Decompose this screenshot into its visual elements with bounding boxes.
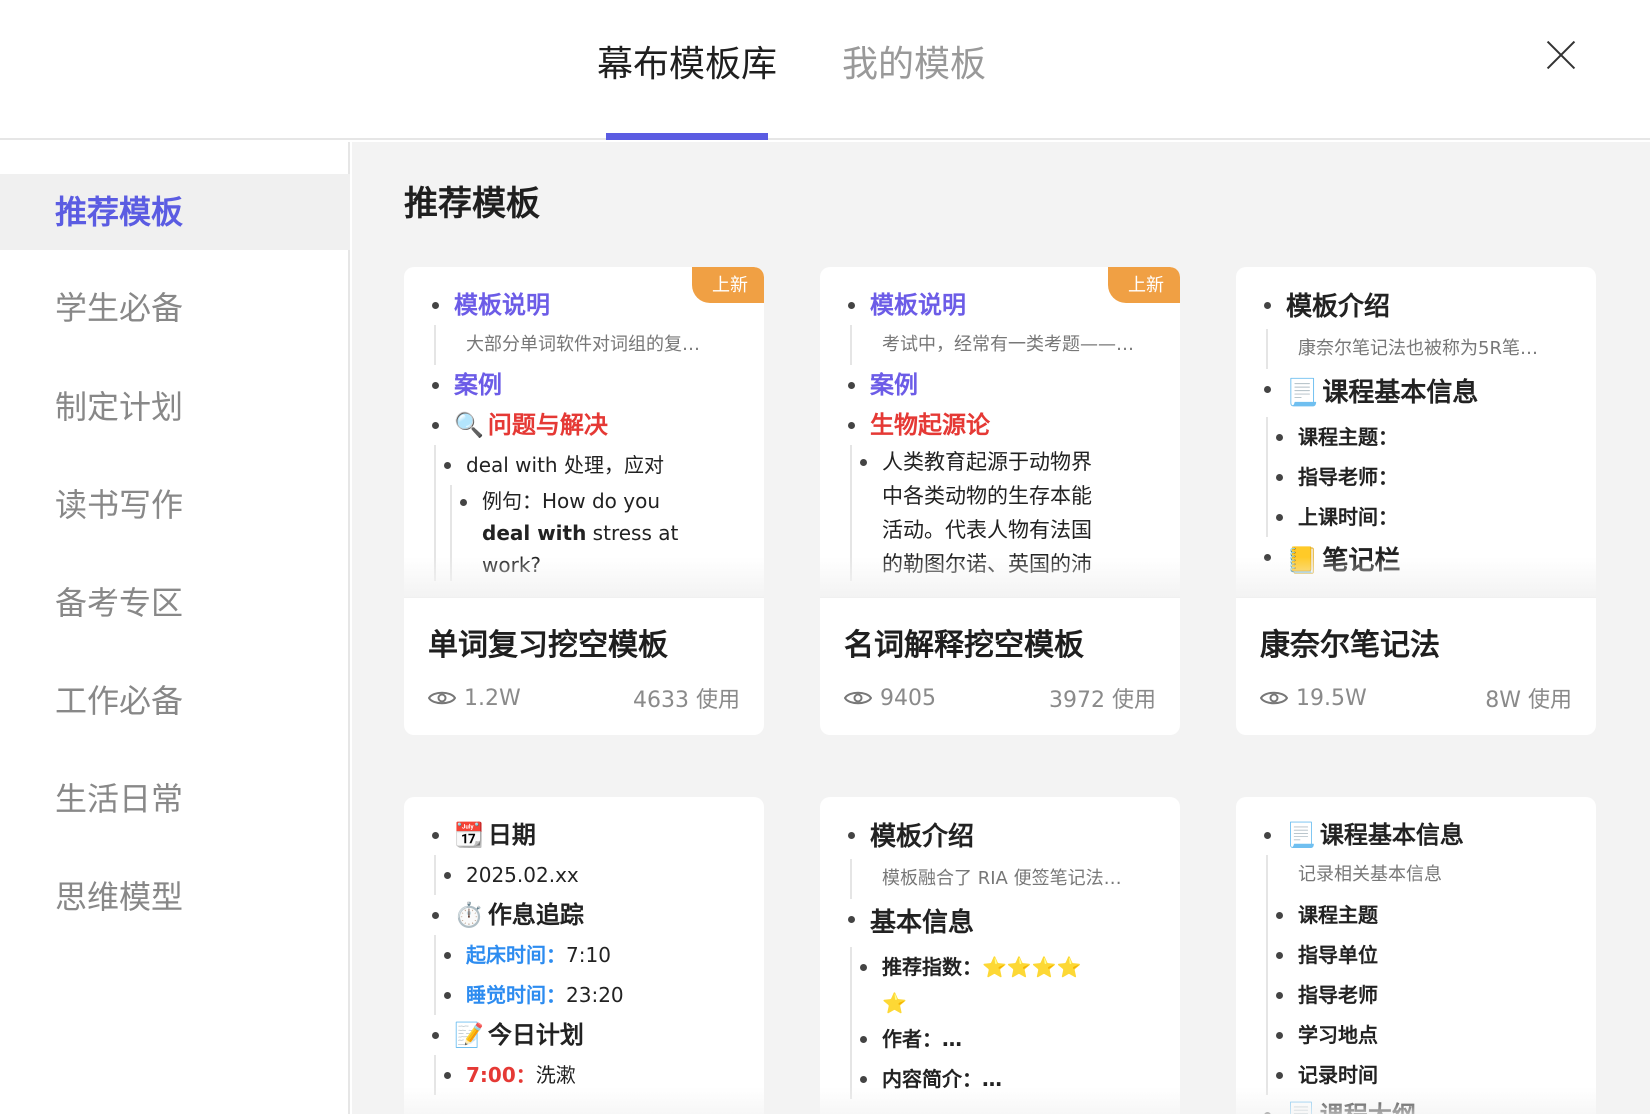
outline-item: 模板说明 [424, 285, 744, 325]
outline-item: 推荐指数：⭐⭐⭐⭐ [852, 947, 1160, 987]
template-card-daily-log[interactable]: 📆 日期 2025.02.xx ⏱️ 作息追踪 起床时间：7:10 睡觉时间：23:… [404, 797, 764, 1114]
template-grid-area: 推荐模板 上新 模板说明 大部分单词软件对词组的复… 案例 🔍 问题与解决 dea… [352, 142, 1650, 1114]
document-icon: 📃 [1286, 1095, 1316, 1114]
tab-template-library[interactable]: 幕布模板库 [597, 40, 777, 90]
eye-icon [428, 691, 456, 705]
outline-text: work? [482, 553, 542, 577]
card-title: 单词复习挖空模板 [428, 628, 668, 663]
card-preview: 模板介绍 模板融合了 RIA 便签笔记法… 基本信息 推荐指数：⭐⭐⭐⭐ ⭐ 作… [820, 797, 1180, 1114]
outline-item: 📃 课程基本信息 [1256, 815, 1576, 855]
view-count: 19.5W [1296, 685, 1367, 711]
stopwatch-icon: ⏱️ [454, 901, 484, 929]
active-tab-indicator [606, 133, 768, 140]
document-icon: 📃 [1286, 821, 1316, 849]
template-card-course-info[interactable]: 📃 课程基本信息 记录相关基本信息 课程主题 指导单位 指导老师 学习地点 记录时… [1236, 797, 1596, 1114]
outline-item: 睡觉时间：23:20 [436, 975, 744, 1015]
use-count: 3972 使用 [1049, 688, 1156, 713]
outline-item: 案例 [840, 365, 1160, 405]
outline-item: 案例 [424, 365, 744, 405]
template-card-word-review[interactable]: 上新 模板说明 大部分单词软件对词组的复… 案例 🔍 问题与解决 deal wit… [404, 267, 764, 735]
card-preview: 模板介绍 康奈尔笔记法也被称为5R笔… 📃 课程基本信息 课程主题： 指导老师： … [1236, 267, 1596, 597]
outline-item: 课程主题 [1268, 895, 1576, 935]
sidebar-item-daily-life[interactable]: 生活日常 [0, 761, 350, 837]
notebook-icon: 📒 [1286, 546, 1319, 576]
outline-note: 考试中，经常有一类考题——… [850, 325, 1160, 365]
sidebar-item-work[interactable]: 工作必备 [0, 663, 350, 739]
outline-note: 大部分单词软件对词组的复… [434, 325, 744, 365]
outline-item: 生物起源论 [840, 405, 1160, 445]
outline-item: 7:00：洗漱 [436, 1055, 744, 1095]
outline-item: 📆 日期 [424, 815, 744, 855]
close-icon[interactable] [1544, 38, 1578, 72]
eye-icon [844, 691, 872, 705]
sidebar-item-recommended[interactable]: 推荐模板 [0, 174, 350, 250]
outline-item: 记录时间 [1268, 1055, 1576, 1095]
view-count: 1.2W [464, 685, 521, 711]
outline-item: 指导单位 [1268, 935, 1576, 975]
card-preview: 📃 课程基本信息 记录相关基本信息 课程主题 指导单位 指导老师 学习地点 记录时… [1236, 797, 1596, 1114]
sidebar-item-exam-prep[interactable]: 备考专区 [0, 565, 350, 641]
outline-note: 记录相关基本信息 [1266, 855, 1576, 895]
sidebar-item-planning[interactable]: 制定计划 [0, 369, 350, 445]
outline-item: 例句：How do you [452, 485, 744, 517]
sidebar-item-students[interactable]: 学生必备 [0, 270, 350, 346]
header: 幕布模板库 我的模板 [0, 0, 1650, 140]
magnifier-icon: 🔍 [454, 411, 484, 439]
outline-item: 学习地点 [1268, 1015, 1576, 1055]
use-count: 4633 使用 [633, 688, 740, 713]
outline-item: 指导老师 [1268, 975, 1576, 1015]
outline-item: 2025.02.xx [436, 855, 744, 895]
template-card-cornell-notes[interactable]: 模板介绍 康奈尔笔记法也被称为5R笔… 📃 课程基本信息 课程主题： 指导老师： … [1236, 267, 1596, 735]
card-title: 康奈尔笔记法 [1260, 628, 1440, 663]
outline-text: deal with stress at [482, 521, 679, 545]
template-card-term-explanation[interactable]: 上新 模板说明 考试中，经常有一类考题——… 案例 生物起源论 人类教育起源于动… [820, 267, 1180, 735]
card-title: 名词解释挖空模板 [844, 628, 1084, 663]
outline-item: 基本信息 [840, 899, 1160, 947]
outline-item: 起床时间：7:10 [436, 935, 744, 975]
outline-item: 作者：… [852, 1019, 1160, 1059]
outline-item: 📒 笔记栏 [1256, 537, 1576, 585]
star-rating: ⭐⭐⭐⭐ [982, 955, 1082, 979]
card-preview: 上新 模板说明 大部分单词软件对词组的复… 案例 🔍 问题与解决 deal wit… [404, 267, 764, 597]
memo-icon: 📝 [454, 1021, 484, 1049]
outline-text: 活动。代表人物有法国 [882, 518, 1092, 542]
outline-item: deal with 处理，应对 [436, 445, 744, 485]
outline-text: 中各类动物的生存本能 [882, 484, 1092, 508]
view-count: 9405 [880, 685, 936, 711]
use-count: 8W 使用 [1485, 688, 1572, 713]
outline-text: 的勒图尔诺、英国的沛 [882, 552, 1092, 576]
outline-item: ⏱️ 作息追踪 [424, 895, 744, 935]
eye-icon [1260, 691, 1288, 705]
outline-item: 模板介绍 [1256, 285, 1576, 329]
section-title: 推荐模板 [404, 184, 540, 224]
outline-item: 📝 今日计划 [424, 1015, 744, 1055]
sidebar-item-thinking-models[interactable]: 思维模型 [0, 859, 350, 935]
card-preview: 上新 模板说明 考试中，经常有一类考题——… 案例 生物起源论 人类教育起源于动… [820, 267, 1180, 597]
outline-item: 模板介绍 [840, 815, 1160, 859]
outline-item: 📃课程大纲 [1256, 1095, 1576, 1114]
template-card-ria-notes[interactable]: 模板介绍 模板融合了 RIA 便签笔记法… 基本信息 推荐指数：⭐⭐⭐⭐ ⭐ 作… [820, 797, 1180, 1114]
tab-my-templates[interactable]: 我的模板 [842, 40, 986, 90]
outline-item: 上课时间： [1268, 497, 1576, 537]
outline-note: 康奈尔笔记法也被称为5R笔… [1266, 329, 1576, 369]
card-preview: 📆 日期 2025.02.xx ⏱️ 作息追踪 起床时间：7:10 睡觉时间：23:… [404, 797, 764, 1114]
outline-note: 模板融合了 RIA 便签笔记法… [850, 859, 1160, 899]
outline-item: 课程主题： [1268, 417, 1576, 457]
outline-item: 人类教育起源于动物界 [852, 445, 1160, 479]
outline-item: 内容简介：… [852, 1059, 1160, 1099]
document-icon: 📃 [1286, 378, 1319, 408]
outline-item: 🔍 问题与解决 [424, 405, 744, 445]
outline-item: 指导老师： [1268, 457, 1576, 497]
star-rating: ⭐ [882, 991, 907, 1015]
outline-item: 模板说明 [840, 285, 1160, 325]
sidebar-item-reading-writing[interactable]: 读书写作 [0, 467, 350, 543]
outline-item: 📃 课程基本信息 [1256, 369, 1576, 417]
category-sidebar: 推荐模板 学生必备 制定计划 读书写作 备考专区 工作必备 生活日常 思维模型 [0, 142, 350, 1114]
calendar-icon: 📆 [454, 821, 484, 849]
